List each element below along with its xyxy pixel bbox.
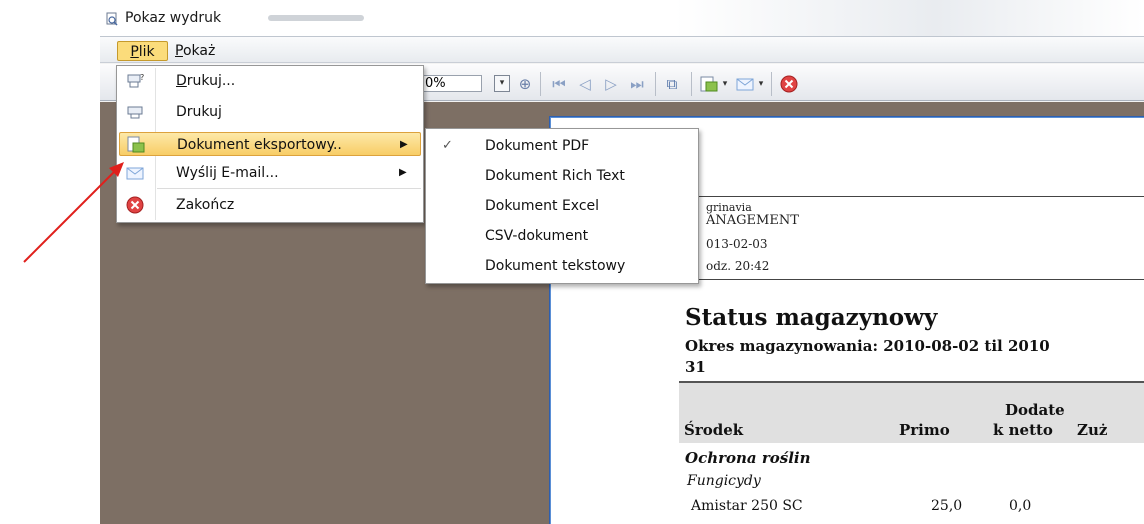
blurred-title-text — [268, 15, 364, 21]
menu-item-zakoncz-label: Zakończ — [176, 197, 235, 213]
menu-plik[interactable]: Plik — [117, 41, 168, 61]
submenu-arrow-icon: ▶ — [399, 167, 407, 178]
column-header-srodek: Środek — [684, 421, 744, 439]
column-header-dodatek-line2: k netto — [993, 421, 1053, 439]
print-preview-icon — [106, 12, 118, 26]
exit-icon — [126, 196, 144, 214]
toolbar-separator — [540, 72, 541, 96]
zoom-in-icon[interactable]: ⊕ — [514, 73, 536, 95]
menu-item-drukuj-dialog-text: rukuj... — [186, 73, 236, 89]
menu-plik-label: lik — [138, 44, 155, 60]
row-dodatek: 0,0 — [1009, 498, 1032, 514]
menu-separator — [157, 188, 421, 189]
print-dialog-icon: ? — [127, 73, 144, 88]
last-page-icon[interactable]: ⏭ — [626, 73, 648, 95]
menu-pokaz[interactable]: Pokaż — [172, 41, 222, 61]
export-submenu: ✓ Dokument PDF Dokument Rich Text Dokume… — [425, 128, 699, 284]
email-dropdown-arrow-icon[interactable]: ▾ — [755, 73, 767, 95]
submenu-item-csv-label: CSV-dokument — [485, 228, 589, 244]
submenu-item-text[interactable]: Dokument tekstowy — [428, 251, 696, 281]
submenu-item-excel[interactable]: Dokument Excel — [428, 191, 696, 221]
header-department: ANAGEMENT — [706, 213, 799, 228]
column-header-primo: Primo — [899, 421, 950, 439]
menu-item-wyslij-email[interactable]: Wyślij E-mail... ▶ — [119, 161, 421, 185]
toolbar-separator — [655, 72, 656, 96]
zoom-dropdown-icon[interactable]: ▾ — [494, 75, 510, 92]
next-page-icon[interactable]: ▷ — [600, 73, 622, 95]
menu-item-dokument-eksportowy-label: Dokument eksportowy.. — [177, 137, 342, 153]
submenu-item-pdf[interactable]: ✓ Dokument PDF — [428, 131, 696, 161]
report-subtitle-continued: 31 — [685, 358, 706, 376]
menu-item-drukuj[interactable]: Drukuj — [119, 100, 421, 124]
submenu-item-excel-label: Dokument Excel — [485, 198, 600, 214]
menu-item-drukuj-label: Drukuj — [176, 104, 222, 120]
menu-item-drukuj-dialog-label: Drukuj... — [176, 71, 235, 91]
toolbar-separator — [771, 72, 772, 96]
menu-pokaz-mnemonic: P — [175, 43, 183, 59]
column-header-dodatek-line1: Dodate — [1005, 401, 1065, 419]
submenu-item-rich-text[interactable]: Dokument Rich Text — [428, 161, 696, 191]
menu-item-drukuj-dialog[interactable]: ? Drukuj... — [119, 69, 421, 93]
column-header-zuzycie: Zuż — [1077, 421, 1108, 439]
submenu-item-text-label: Dokument tekstowy — [485, 258, 626, 274]
menu-plik-mnemonic: P — [130, 44, 139, 60]
header-time: odz. 20:42 — [706, 259, 770, 273]
first-page-icon[interactable]: ⏮ — [548, 73, 570, 95]
file-menu-dropdown: ? Drukuj... Drukuj Dokument eksportowy..… — [116, 65, 424, 223]
submenu-item-csv[interactable]: CSV-dokument — [428, 221, 696, 251]
menu-pokaz-label: okaż — [182, 43, 216, 59]
report-subtitle: Okres magazynowania: 2010-08-02 til 2010 — [685, 337, 1050, 355]
row-primo: 25,0 — [931, 498, 963, 514]
email-icon[interactable] — [734, 73, 756, 95]
export-icon — [127, 136, 145, 153]
screenshot-root: Pokaz wydruk Plik Pokaż 0% ▾ ⊕ ⏮ ◁ ▷ ⏭ ⧉… — [0, 0, 1144, 524]
table-header: Środek Primo Dodate k netto Zuż — [679, 381, 1144, 443]
subgroup-title: Fungicydy — [687, 473, 761, 489]
prev-page-icon[interactable]: ◁ — [574, 73, 596, 95]
menu-bar: Plik Pokaż — [100, 36, 1144, 63]
group-title: Ochrona roślin — [685, 449, 811, 467]
title-bar: Pokaz wydruk — [100, 0, 1144, 36]
print-icon — [127, 106, 143, 119]
zoom-field[interactable]: 0% — [422, 75, 482, 92]
menu-item-dokument-eksportowy[interactable]: Dokument eksportowy.. ▶ — [119, 132, 421, 156]
checkmark-icon: ✓ — [442, 138, 453, 153]
menu-item-zakoncz[interactable]: Zakończ — [119, 193, 421, 217]
toolbar-separator — [691, 72, 692, 96]
submenu-item-rich-text-label: Dokument Rich Text — [485, 168, 625, 184]
header-date: 013-02-03 — [706, 237, 768, 251]
menu-item-wyslij-email-label: Wyślij E-mail... — [176, 165, 279, 181]
export-icon[interactable] — [698, 73, 720, 95]
submenu-item-pdf-label: Dokument PDF — [485, 138, 590, 154]
close-icon[interactable] — [778, 73, 800, 95]
export-dropdown-arrow-icon[interactable]: ▾ — [719, 73, 731, 95]
submenu-arrow-icon: ▶ — [400, 139, 408, 150]
menu-item-drukuj-dialog-mnemonic: D — [176, 73, 187, 89]
row-name: Amistar 250 SC — [691, 498, 803, 514]
window-title: Pokaz wydruk — [125, 10, 222, 26]
page-setup-icon[interactable]: ⧉ — [661, 73, 683, 95]
svg-text:?: ? — [140, 73, 144, 82]
email-icon — [126, 167, 144, 180]
report-title: Status magazynowy — [685, 304, 938, 331]
